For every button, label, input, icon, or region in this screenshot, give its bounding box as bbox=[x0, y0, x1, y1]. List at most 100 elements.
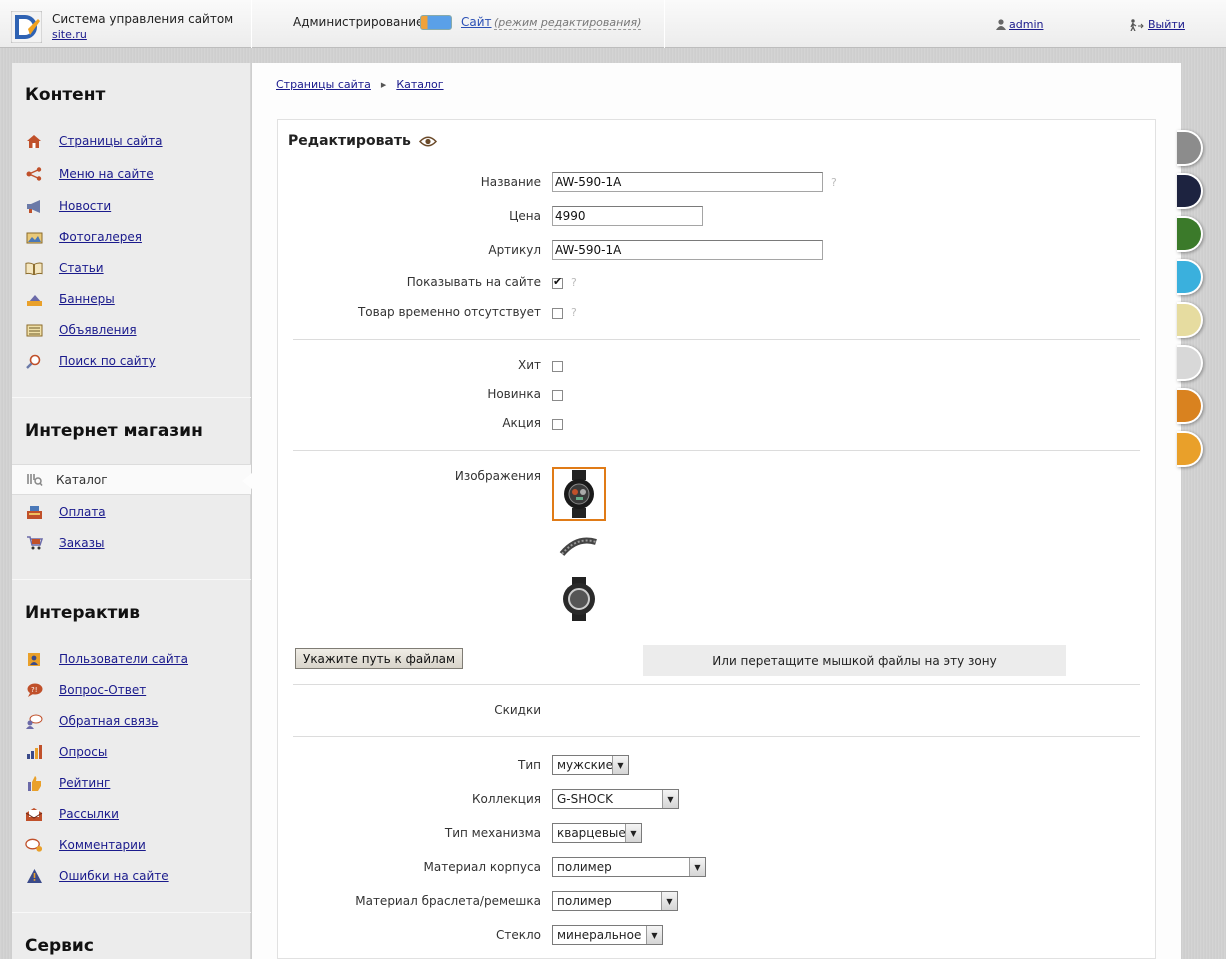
section-divider bbox=[12, 912, 251, 913]
sidebar-item-label: Баннеры bbox=[59, 292, 115, 306]
field-absent: Товар временно отсутствует ? bbox=[278, 301, 1157, 323]
header-divider bbox=[664, 0, 665, 48]
sidebar-item-ads[interactable]: Объявления bbox=[25, 320, 137, 340]
chevron-down-icon: ▼ bbox=[625, 824, 641, 842]
sidebar-item-mailing[interactable]: Рассылки bbox=[25, 804, 119, 824]
case-material-select[interactable]: полимер ▼ bbox=[552, 857, 706, 877]
field-label: Материал корпуса bbox=[423, 860, 541, 874]
divider bbox=[293, 450, 1140, 451]
help-icon[interactable]: ? bbox=[831, 176, 837, 189]
field-label: Товар временно отсутствует bbox=[357, 305, 541, 319]
sidebar-item-label: Новости bbox=[59, 199, 112, 213]
sidebar-item-payment[interactable]: Оплата bbox=[25, 502, 106, 522]
chevron-down-icon: ▼ bbox=[662, 790, 678, 808]
theme-bubble[interactable] bbox=[1177, 216, 1203, 252]
sidebar-item-label: Комментарии bbox=[59, 838, 146, 852]
theme-bubble[interactable] bbox=[1177, 173, 1203, 209]
chevron-down-icon: ▼ bbox=[661, 892, 677, 910]
search-icon bbox=[25, 353, 43, 369]
mode-switch-toggle[interactable] bbox=[420, 15, 452, 30]
field-name: Название ? bbox=[278, 171, 1157, 193]
choose-files-button[interactable]: Укажите путь к файлам bbox=[295, 648, 464, 669]
field-label: Цена bbox=[509, 209, 541, 223]
strap-material-select[interactable]: полимер ▼ bbox=[552, 891, 678, 911]
show-on-site-checkbox[interactable] bbox=[552, 275, 563, 289]
field-label: Тип механизма bbox=[444, 826, 541, 840]
sidebar-item-comments[interactable]: Комментарии bbox=[25, 835, 146, 855]
field-strap-material: Материал браслета/ремешка полимер ▼ bbox=[278, 890, 1157, 912]
field-label: Название bbox=[480, 175, 541, 189]
edit-mode-link[interactable]: (режим редактирования) bbox=[494, 16, 642, 30]
image-thumbnail[interactable] bbox=[552, 467, 606, 521]
sidebar-item-catalog[interactable]: Каталог bbox=[12, 464, 252, 495]
sidebar-item-label: Рейтинг bbox=[59, 776, 111, 790]
brand-site-link[interactable]: site.ru bbox=[52, 28, 87, 41]
field-promo: Акция bbox=[278, 412, 1157, 434]
sidebar-item-orders[interactable]: Заказы bbox=[25, 533, 105, 553]
catalog-icon bbox=[25, 472, 43, 488]
hit-checkbox[interactable] bbox=[552, 360, 563, 372]
field-show: Показывать на сайте ? bbox=[278, 271, 1157, 293]
user-link[interactable]: admin bbox=[1009, 18, 1043, 31]
temporarily-absent-checkbox[interactable] bbox=[552, 307, 563, 319]
book-icon bbox=[25, 260, 43, 276]
theme-bubble[interactable] bbox=[1177, 345, 1203, 381]
section-divider bbox=[12, 579, 251, 580]
chevron-down-icon: ▼ bbox=[689, 858, 705, 876]
divider bbox=[293, 684, 1140, 685]
sidebar-item-gallery[interactable]: Фотогалерея bbox=[25, 227, 142, 247]
site-link[interactable]: Сайт bbox=[461, 15, 492, 29]
theme-bubble[interactable] bbox=[1177, 431, 1203, 467]
logo-icon[interactable] bbox=[11, 11, 42, 43]
sidebar-item-feedback[interactable]: Обратная связь bbox=[25, 711, 158, 731]
admin-label[interactable]: Администрирование bbox=[293, 15, 423, 29]
mechanism-select[interactable]: кварцевые ▼ bbox=[552, 823, 642, 843]
sidebar-item-news[interactable]: Новости bbox=[25, 196, 111, 216]
help-icon[interactable]: ? bbox=[571, 276, 577, 289]
form-title: Редактировать bbox=[288, 133, 437, 149]
sidebar-item-faq[interactable]: ?! Вопрос-Ответ bbox=[25, 680, 146, 700]
sidebar-item-pages[interactable]: Страницы сайта bbox=[25, 131, 163, 151]
sidebar-item-menu[interactable]: Меню на сайте bbox=[25, 164, 154, 184]
users-icon bbox=[25, 651, 43, 667]
image-thumbnail[interactable] bbox=[552, 520, 606, 574]
section-title-shop: Интернет магазин bbox=[25, 421, 203, 441]
theme-bubble[interactable] bbox=[1177, 259, 1203, 295]
main-content: Страницы сайта ▶ Каталог Редактировать Н… bbox=[252, 63, 1181, 959]
file-dropzone[interactable]: Или перетащите мышкой файлы на эту зону bbox=[643, 645, 1066, 676]
sidebar-item-rating[interactable]: Рейтинг bbox=[25, 773, 110, 793]
svg-text:?!: ?! bbox=[31, 686, 38, 694]
sidebar-item-users[interactable]: Пользователи сайта bbox=[25, 649, 188, 669]
name-input[interactable] bbox=[552, 172, 823, 192]
field-label: Новинка bbox=[487, 387, 541, 401]
collection-select[interactable]: G-SHOCK ▼ bbox=[552, 789, 679, 809]
theme-bubble[interactable] bbox=[1177, 388, 1203, 424]
sidebar-item-label: Пользователи сайта bbox=[59, 652, 189, 666]
glass-select[interactable]: минеральное ▼ bbox=[552, 925, 663, 945]
sidebar-item-banners[interactable]: Баннеры bbox=[25, 289, 115, 309]
theme-bubble[interactable] bbox=[1177, 130, 1203, 166]
field-hit: Хит bbox=[278, 354, 1157, 376]
price-input[interactable] bbox=[552, 206, 703, 226]
banner-icon bbox=[25, 291, 43, 307]
sidebar-item-label: Фотогалерея bbox=[59, 230, 142, 244]
type-select[interactable]: мужские ▼ bbox=[552, 755, 629, 775]
field-label: Артикул bbox=[488, 243, 541, 257]
sidebar-item-label: Рассылки bbox=[59, 807, 119, 821]
help-icon[interactable]: ? bbox=[571, 306, 577, 319]
sku-input[interactable] bbox=[552, 240, 823, 260]
theme-bubble[interactable] bbox=[1177, 302, 1203, 338]
eye-icon[interactable] bbox=[418, 136, 437, 147]
logout-link[interactable]: Выйти bbox=[1148, 18, 1185, 31]
sidebar-item-search[interactable]: Поиск по сайту bbox=[25, 351, 156, 371]
poll-icon bbox=[25, 744, 43, 760]
field-price: Цена bbox=[278, 205, 1157, 227]
image-thumbnail[interactable] bbox=[552, 572, 606, 626]
breadcrumb-item[interactable]: Страницы сайта bbox=[276, 78, 371, 91]
sidebar-item-articles[interactable]: Статьи bbox=[25, 258, 104, 278]
sidebar-item-polls[interactable]: Опросы bbox=[25, 742, 107, 762]
new-checkbox[interactable] bbox=[552, 389, 563, 401]
sidebar-item-errors[interactable]: Ошибки на сайте bbox=[25, 866, 169, 886]
promo-checkbox[interactable] bbox=[552, 418, 563, 430]
breadcrumb-item[interactable]: Каталог bbox=[396, 78, 443, 91]
